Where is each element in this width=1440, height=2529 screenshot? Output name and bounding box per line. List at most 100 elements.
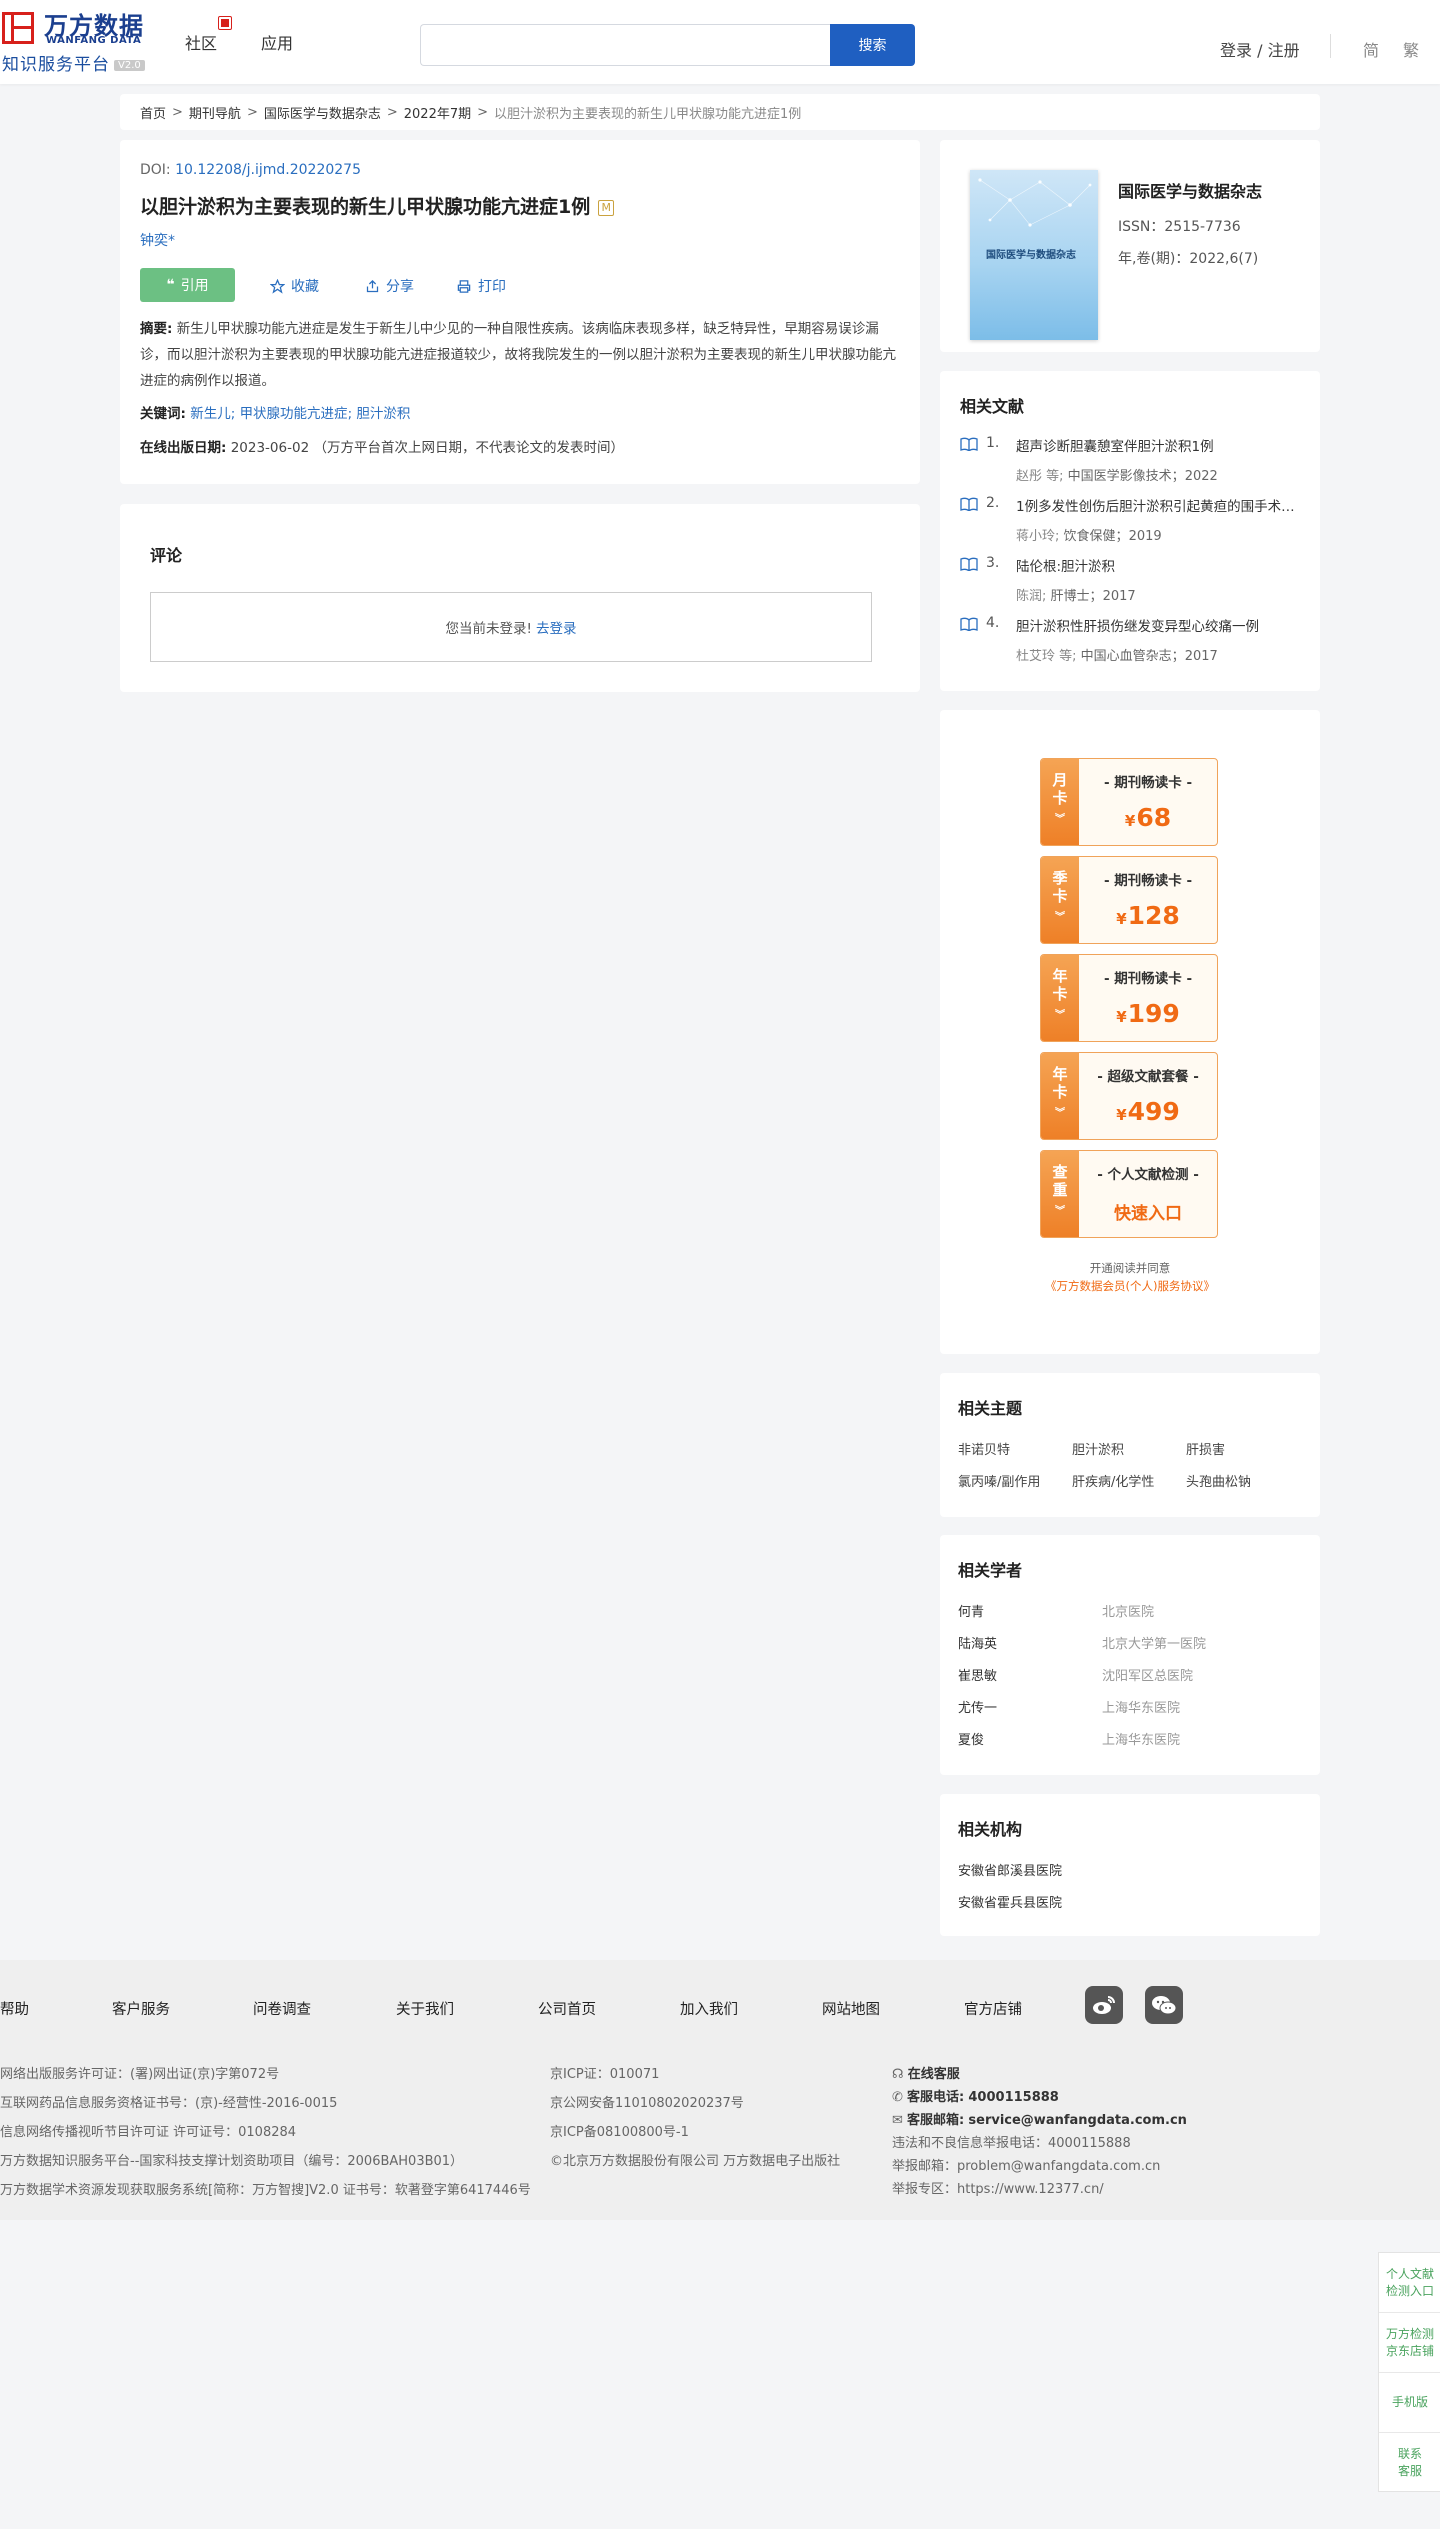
side-item-label: 手机版 bbox=[1391, 2395, 1428, 2409]
search-button[interactable]: 搜索 bbox=[830, 24, 915, 66]
doi-link[interactable]: 10.12208/j.ijmd.20220275 bbox=[175, 162, 361, 178]
related-doc-title[interactable]: 陆伦根:胆汁淤积 bbox=[1016, 555, 1300, 575]
favorite-button[interactable]: 收藏 bbox=[270, 276, 319, 296]
headset-icon: ☊ bbox=[892, 2067, 904, 2082]
journal-name-link[interactable]: 国际医学与数据杂志 bbox=[1118, 178, 1262, 202]
share-button[interactable]: 分享 bbox=[365, 276, 414, 296]
related-doc-num: 4. bbox=[986, 615, 1000, 631]
journal-cover[interactable]: 国际医学与数据杂志 bbox=[970, 170, 1098, 340]
double-chevron-down-icon: ︾ bbox=[1055, 912, 1065, 923]
org-link[interactable]: 安徽省霍兵县医院 bbox=[958, 1892, 1062, 1911]
comment-box: 您当前未登录! 去登录 bbox=[150, 592, 872, 662]
promo-price: ¥499 bbox=[1079, 1097, 1217, 1126]
promo-tab: 年卡 ︾ bbox=[1041, 955, 1079, 1041]
scholar-org[interactable]: 北京大学第一医院 bbox=[1102, 1633, 1206, 1652]
scholar-org[interactable]: 北京医院 bbox=[1102, 1601, 1154, 1620]
footer-nav-sitemap[interactable]: 网站地图 bbox=[822, 1998, 880, 2019]
related-doc-title[interactable]: 超声诊断胆囊憩室伴胆汁淤积1例 bbox=[1016, 435, 1300, 455]
side-jd-store[interactable]: 万方检测京东店铺 bbox=[1379, 2313, 1440, 2373]
footer-nav-join[interactable]: 加入我们 bbox=[680, 1998, 738, 2019]
nav-community[interactable]: 社区 bbox=[185, 30, 217, 54]
go-login-link[interactable]: 去登录 bbox=[536, 617, 577, 637]
topic-link[interactable]: 氯丙嗪/副作用 bbox=[958, 1471, 1040, 1490]
share-label: 分享 bbox=[386, 279, 414, 295]
footer-nav-official-store[interactable]: 官方店铺 bbox=[964, 1998, 1022, 2019]
side-personal-check[interactable]: 个人文献检测入口 bbox=[1379, 2253, 1440, 2313]
agreement-note: 开通阅读并同意 bbox=[1089, 1261, 1171, 1275]
promo-tab-char: 季 bbox=[1052, 869, 1068, 887]
scholar-org[interactable]: 上海华东医院 bbox=[1102, 1729, 1180, 1748]
print-label: 打印 bbox=[478, 279, 506, 295]
topic-link[interactable]: 胆汁淤积 bbox=[1072, 1439, 1124, 1458]
topic-link[interactable]: 肝疾病/化学性 bbox=[1072, 1471, 1154, 1490]
search-input[interactable] bbox=[420, 24, 830, 66]
related-doc-authors: 赵彤 等; bbox=[1016, 469, 1064, 484]
login-register-link[interactable]: 登录 / 注册 bbox=[1220, 37, 1300, 61]
related-doc-source: 饮食保健 bbox=[1063, 529, 1116, 544]
price-value: 128 bbox=[1127, 901, 1180, 930]
related-doc-title[interactable]: 胆汁淤积性肝损伤继发变异型心绞痛一例 bbox=[1016, 615, 1300, 635]
logo-subtitle-text: 知识服务平台 bbox=[2, 55, 110, 75]
related-doc-item: 2. 1例多发性创伤后胆汁淤积引起黄疸的围手术期护理 蒋小玲; 饮食保健；201… bbox=[960, 495, 1300, 545]
service-phone: ✆ 客服电话: 4000115888 bbox=[892, 2086, 1059, 2105]
keyword-link[interactable]: 甲状腺功能亢进症 bbox=[240, 406, 348, 422]
service-email-value[interactable]: service@wanfangdata.com.cn bbox=[968, 2113, 1187, 2128]
promo-super-package-card[interactable]: 年卡 ︾ - 超级文献套餐 - ¥499 bbox=[1040, 1052, 1218, 1140]
cover-pattern-icon bbox=[978, 178, 1092, 227]
wanfang-logo[interactable]: 万方数据 WANFANG DATA 知识服务平台 V2.0 bbox=[0, 6, 160, 76]
related-doc-year: 2017 bbox=[1102, 589, 1136, 604]
scholar-org[interactable]: 沈阳军区总医院 bbox=[1102, 1665, 1193, 1684]
related-orgs-title: 相关机构 bbox=[958, 1820, 1023, 1839]
meta-sep: ； bbox=[1171, 469, 1185, 484]
topic-link[interactable]: 头孢曲松钠 bbox=[1186, 1471, 1251, 1490]
footer-nav-about[interactable]: 关于我们 bbox=[396, 1998, 454, 2019]
online-service[interactable]: ☊ 在线客服 bbox=[892, 2063, 960, 2082]
footer-nav-help[interactable]: 帮助 bbox=[0, 1998, 29, 2019]
cite-button[interactable]: ❝ 引用 bbox=[140, 268, 235, 302]
footer-nav-survey[interactable]: 问卷调查 bbox=[253, 1998, 311, 2019]
wechat-icon[interactable] bbox=[1145, 1986, 1183, 2024]
footer-nav-customer-service[interactable]: 客户服务 bbox=[112, 1998, 170, 2019]
promo-month-card[interactable]: 月卡 ︾ - 期刊畅读卡 - ¥68 bbox=[1040, 758, 1218, 846]
side-item-label: 个人文献检测入口 bbox=[1386, 2266, 1435, 2298]
nav-apps[interactable]: 应用 bbox=[261, 30, 293, 54]
scholar-name[interactable]: 何青 bbox=[958, 1601, 984, 1620]
wechat-glyph-icon bbox=[1152, 1996, 1177, 2015]
author-link[interactable]: 钟奕* bbox=[140, 230, 175, 250]
keyword-link[interactable]: 胆汁淤积 bbox=[356, 406, 410, 422]
breadcrumb-home[interactable]: 首页 bbox=[140, 103, 166, 122]
quote-icon: ❝ bbox=[166, 277, 175, 293]
breadcrumb-journal-nav[interactable]: 期刊导航 bbox=[189, 103, 241, 122]
related-doc-year: 2017 bbox=[1184, 649, 1218, 664]
price-value: 499 bbox=[1127, 1097, 1180, 1126]
scholar-name[interactable]: 陆海英 bbox=[958, 1633, 997, 1652]
breadcrumb-journal[interactable]: 国际医学与数据杂志 bbox=[264, 103, 381, 122]
promo-plagiarism-check-card[interactable]: 查重 ︾ - 个人文献检测 - 快速入口 bbox=[1040, 1150, 1218, 1238]
keyword-link[interactable]: 新生儿 bbox=[190, 406, 231, 422]
breadcrumb-issue[interactable]: 2022年7期 bbox=[404, 103, 471, 122]
pubdate-note: （万方平台首次上网日期，不代表论文的发表时间） bbox=[313, 440, 624, 456]
copyright-text: ©北京万方数据股份有限公司 万方数据电子出版社 bbox=[550, 2154, 841, 2169]
license-text: 互联网药品信息服务资格证书号：(京)-经营性-2016-0015 bbox=[0, 2096, 338, 2111]
topic-link[interactable]: 肝损害 bbox=[1186, 1439, 1225, 1458]
promo-quarter-card[interactable]: 季卡 ︾ - 期刊畅读卡 - ¥128 bbox=[1040, 856, 1218, 944]
service-agreement-link[interactable]: 《万方数据会员(个人)服务协议》 bbox=[940, 1278, 1320, 1294]
footer-nav-company-home[interactable]: 公司首页 bbox=[538, 1998, 596, 2019]
scholar-name[interactable]: 夏俊 bbox=[958, 1729, 984, 1748]
side-mobile[interactable]: 手机版 bbox=[1379, 2373, 1440, 2433]
side-contact-service[interactable]: 联系客服 bbox=[1379, 2433, 1440, 2493]
promo-price: ¥68 bbox=[1079, 803, 1217, 832]
lang-simplified[interactable]: 简 bbox=[1363, 37, 1379, 61]
weibo-icon[interactable] bbox=[1085, 1986, 1123, 2024]
org-link[interactable]: 安徽省郎溪县医院 bbox=[958, 1860, 1062, 1879]
scholar-org[interactable]: 上海华东医院 bbox=[1102, 1697, 1180, 1716]
print-button[interactable]: 打印 bbox=[456, 276, 506, 296]
report-zone[interactable]: 举报专区：https://www.12377.cn/ bbox=[892, 2178, 1104, 2197]
related-scholars-title: 相关学者 bbox=[958, 1561, 1023, 1580]
related-doc-title[interactable]: 1例多发性创伤后胆汁淤积引起黄疸的围手术期护理 bbox=[1016, 495, 1300, 515]
scholar-name[interactable]: 尤传一 bbox=[958, 1697, 997, 1716]
scholar-name[interactable]: 崔思敏 bbox=[958, 1665, 997, 1684]
topic-link[interactable]: 非诺贝特 bbox=[958, 1439, 1010, 1458]
lang-traditional[interactable]: 繁 bbox=[1403, 37, 1419, 61]
promo-year-card[interactable]: 年卡 ︾ - 期刊畅读卡 - ¥199 bbox=[1040, 954, 1218, 1042]
